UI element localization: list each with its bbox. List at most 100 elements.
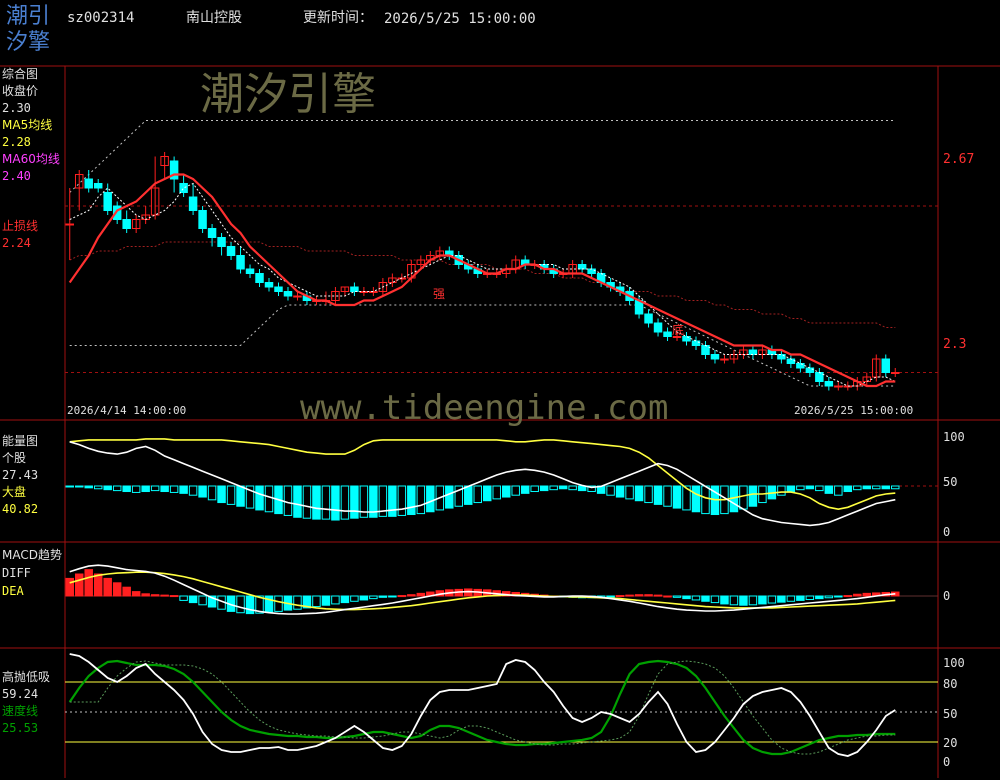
macd-bar xyxy=(834,595,843,598)
macd-bar xyxy=(236,595,245,614)
hl-panel-title: 高抛低吸 xyxy=(2,670,51,684)
energy-bar xyxy=(464,485,473,505)
energy-bar xyxy=(207,485,217,501)
macd-bar xyxy=(198,595,207,606)
macd-bar xyxy=(786,595,796,602)
stop-label: 止损线 xyxy=(2,219,39,233)
energy-bar xyxy=(103,485,112,491)
energy-bar xyxy=(853,485,862,491)
energy-bar xyxy=(748,485,758,507)
hl-tick-80: 80 xyxy=(943,677,958,691)
energy-market-label: 大盘 xyxy=(2,485,27,499)
close-label: 收盘价 xyxy=(2,84,39,98)
macd-bar xyxy=(644,594,653,597)
candle-body xyxy=(179,183,188,193)
energy-bar xyxy=(255,485,264,511)
energy-bar xyxy=(74,485,84,488)
energy-bar xyxy=(815,485,824,492)
energy-bar xyxy=(93,485,103,490)
macd-panel-title: MACD趋势 xyxy=(2,548,62,562)
energy-panel-title: 能量图 xyxy=(2,434,39,448)
candle-body xyxy=(843,385,853,388)
energy-bar xyxy=(492,485,501,500)
candle-body xyxy=(188,196,198,211)
candle-body xyxy=(198,210,207,229)
macd-bar xyxy=(179,595,188,601)
macd-bar xyxy=(188,595,198,604)
macd-tick-0: 0 xyxy=(943,589,951,603)
energy-bar xyxy=(350,485,359,519)
hl-tick-0: 0 xyxy=(943,755,951,769)
hl-tick-100: 100 xyxy=(943,656,965,670)
macd-bar xyxy=(653,594,663,597)
energy-bar xyxy=(511,485,520,496)
macd-bar xyxy=(112,582,122,597)
candle-body xyxy=(644,313,653,324)
logo: 潮引 汐擎 xyxy=(6,4,50,56)
energy-bar xyxy=(739,485,748,510)
energy-bar xyxy=(426,485,435,513)
energy-bar xyxy=(150,485,160,492)
energy-bar xyxy=(663,485,672,507)
macd-bar xyxy=(359,595,369,601)
macd-bar xyxy=(748,595,758,606)
energy-bar xyxy=(862,485,872,490)
macd-bar xyxy=(729,595,739,606)
macd-bar xyxy=(407,594,416,597)
main-tick-high: 2.67 xyxy=(943,152,975,167)
energy-bar xyxy=(293,485,302,518)
speed-line xyxy=(68,659,896,756)
candle-body xyxy=(577,264,587,270)
hl-speed-value: 25.53 xyxy=(2,721,39,735)
energy-bar xyxy=(672,485,682,509)
candle-body xyxy=(796,363,805,369)
macd-bar xyxy=(378,595,388,598)
macd-bar xyxy=(625,594,634,597)
macd-bar xyxy=(93,573,103,597)
macd-bar xyxy=(397,595,407,598)
candle-body xyxy=(682,336,691,342)
candle-body xyxy=(691,340,701,346)
energy-bar xyxy=(483,485,492,502)
candle-body xyxy=(777,354,786,360)
candle-body xyxy=(293,295,302,298)
annotation-strong: 强 xyxy=(433,287,446,301)
macd-bar xyxy=(663,595,672,598)
energy-bar xyxy=(520,485,530,494)
energy-stock-value: 27.43 xyxy=(2,468,39,482)
macd-bar xyxy=(701,595,710,602)
energy-bar xyxy=(568,485,577,491)
macd-bar xyxy=(416,592,426,597)
energy-market-value: 40.82 xyxy=(2,502,39,516)
energy-bar xyxy=(891,485,900,490)
macd-dea-label: DEA xyxy=(2,584,24,598)
candle-body xyxy=(255,273,264,283)
candle-body xyxy=(264,282,274,288)
macd-bar xyxy=(672,595,682,598)
macd-bar xyxy=(103,577,112,597)
energy-bar xyxy=(473,485,482,504)
macd-bar xyxy=(74,573,84,597)
macd-bar xyxy=(65,577,74,597)
energy-bar xyxy=(236,485,245,507)
candle-body xyxy=(103,192,112,211)
energy-bar xyxy=(786,485,796,493)
candle-body xyxy=(710,354,720,360)
energy-stock-label: 个股 xyxy=(2,451,27,465)
speed-line-lagged xyxy=(69,660,896,755)
macd-bar xyxy=(160,594,169,597)
macd-bar xyxy=(853,593,862,597)
ma60-value: 2.40 xyxy=(2,169,31,183)
candle-body xyxy=(663,331,672,337)
energy-bar xyxy=(777,485,786,496)
macd-bar xyxy=(312,595,321,608)
close-value: 2.30 xyxy=(2,101,31,115)
date-start: 2026/4/14 14:00:00 xyxy=(67,404,187,417)
energy-bar xyxy=(264,485,274,513)
energy-bar xyxy=(397,485,407,516)
macd-bar xyxy=(691,595,701,601)
macd-bar xyxy=(739,595,748,606)
macd-bar xyxy=(796,595,805,601)
energy-bar xyxy=(84,485,93,489)
energy-bar xyxy=(179,485,188,494)
